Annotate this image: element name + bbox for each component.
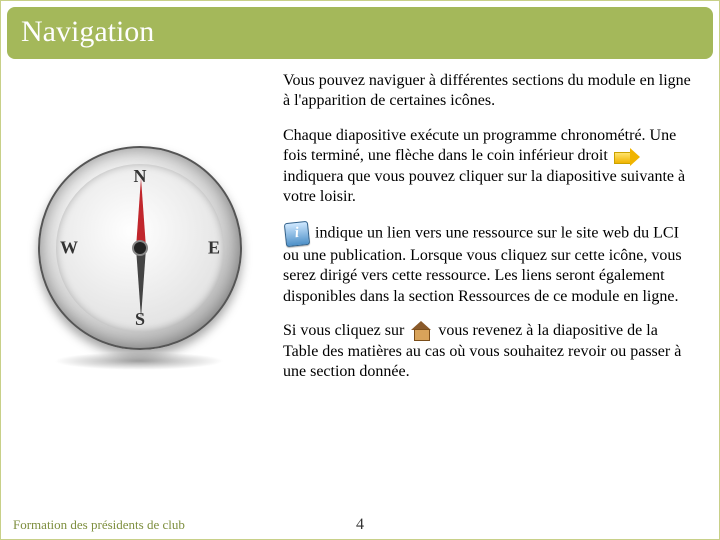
compass-west-label: W	[60, 237, 78, 258]
title-bar: Navigation	[7, 7, 713, 59]
footer: Formation des présidents de club 4	[13, 517, 707, 533]
compass-image: N S E W	[26, 138, 256, 368]
compass-east-label: E	[208, 237, 220, 258]
para2-part-b: indiquera que vous pouvez cliquer sur la…	[283, 168, 685, 205]
needle-pivot	[132, 240, 148, 256]
page-number: 4	[356, 516, 364, 534]
compass-body: N S E W	[38, 146, 242, 350]
home-icon	[410, 323, 432, 341]
slide: Navigation N S E W	[0, 0, 720, 540]
para4-part-a: Si vous cliquez sur	[283, 322, 408, 339]
content-area: N S E W Vous pouvez naviguer à différent…	[1, 59, 719, 397]
intro-paragraph: Vous pouvez naviguer à différentes secti…	[283, 71, 691, 112]
para3-part-b: indique un lien vers une ressource sur l…	[283, 224, 682, 304]
resource-paragraph: i indique un lien vers une ressource sur…	[283, 222, 691, 307]
footer-text: Formation des présidents de club	[13, 517, 185, 533]
needle-south	[136, 248, 146, 318]
next-arrow-icon	[614, 149, 640, 165]
needle-north	[136, 178, 146, 248]
compass-shadow	[54, 352, 224, 370]
left-column: N S E W	[11, 69, 271, 397]
info-icon: i	[284, 221, 310, 247]
home-paragraph: Si vous cliquez sur vous revenez à la di…	[283, 321, 691, 382]
right-column: Vous pouvez naviguer à différentes secti…	[283, 69, 691, 397]
timed-paragraph: Chaque diapositive exécute un programme …	[283, 126, 691, 208]
compass-needle	[136, 178, 144, 318]
slide-title: Navigation	[21, 15, 699, 49]
